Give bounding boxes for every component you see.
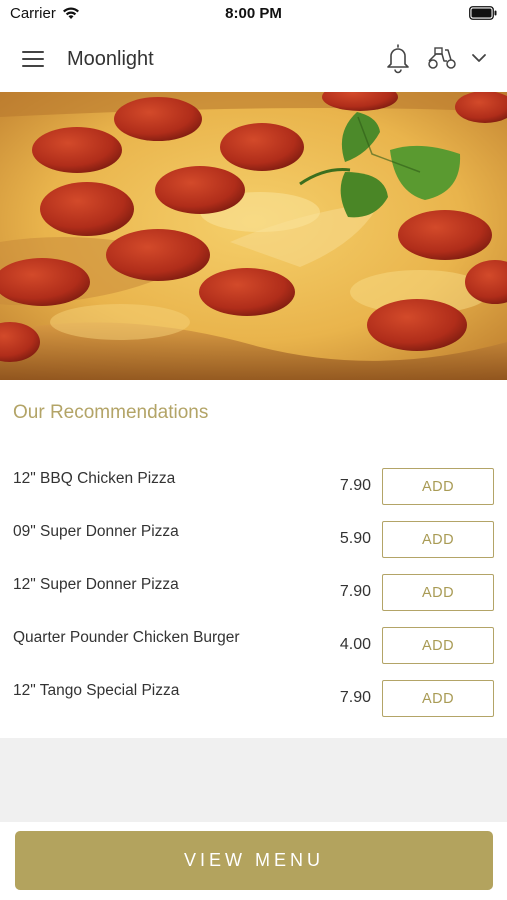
item-price: 4.00 [339, 636, 371, 653]
item-price: 7.90 [339, 477, 371, 494]
add-button[interactable]: ADD [382, 521, 494, 558]
item-price: 7.90 [339, 689, 371, 706]
item-price: 7.90 [339, 583, 371, 600]
bell-icon[interactable] [384, 42, 412, 74]
add-button[interactable]: ADD [382, 574, 494, 611]
list-item: 12" Tango Special Pizza 7.90 ADD [0, 674, 507, 727]
add-button[interactable]: ADD [382, 627, 494, 664]
app-title: Moonlight [67, 48, 154, 70]
battery-icon [469, 6, 497, 20]
view-menu-button[interactable]: VIEW MENU [15, 831, 493, 890]
item-name: 09" Super Donner Pizza [13, 523, 179, 540]
app-header: Moonlight [0, 28, 507, 92]
item-name: Quarter Pounder Chicken Burger [13, 629, 240, 646]
list-item: 12" BBQ Chicken Pizza 7.90 ADD [0, 462, 507, 515]
pizza-image [0, 92, 507, 380]
list-item: 09" Super Donner Pizza 5.90 ADD [0, 515, 507, 568]
status-bar: Carrier 8:00 PM [0, 0, 507, 28]
item-price: 5.90 [339, 530, 371, 547]
menu-button[interactable] [18, 46, 48, 74]
list-item: Quarter Pounder Chicken Burger 4.00 ADD [0, 621, 507, 674]
add-button[interactable]: ADD [382, 468, 494, 505]
hero-image [0, 92, 507, 380]
section-title: Our Recommendations [13, 402, 209, 423]
item-name: 12" Tango Special Pizza [13, 682, 180, 699]
recommendations-list: 12" BBQ Chicken Pizza 7.90 ADD 09" Super… [0, 462, 507, 727]
scooter-icon[interactable] [425, 44, 459, 72]
add-button[interactable]: ADD [382, 680, 494, 717]
item-name: 12" Super Donner Pizza [13, 576, 179, 593]
list-item: 12" Super Donner Pizza 7.90 ADD [0, 568, 507, 621]
item-name: 12" BBQ Chicken Pizza [13, 470, 176, 487]
clock: 8:00 PM [225, 5, 282, 22]
chevron-down-icon[interactable] [468, 48, 490, 68]
